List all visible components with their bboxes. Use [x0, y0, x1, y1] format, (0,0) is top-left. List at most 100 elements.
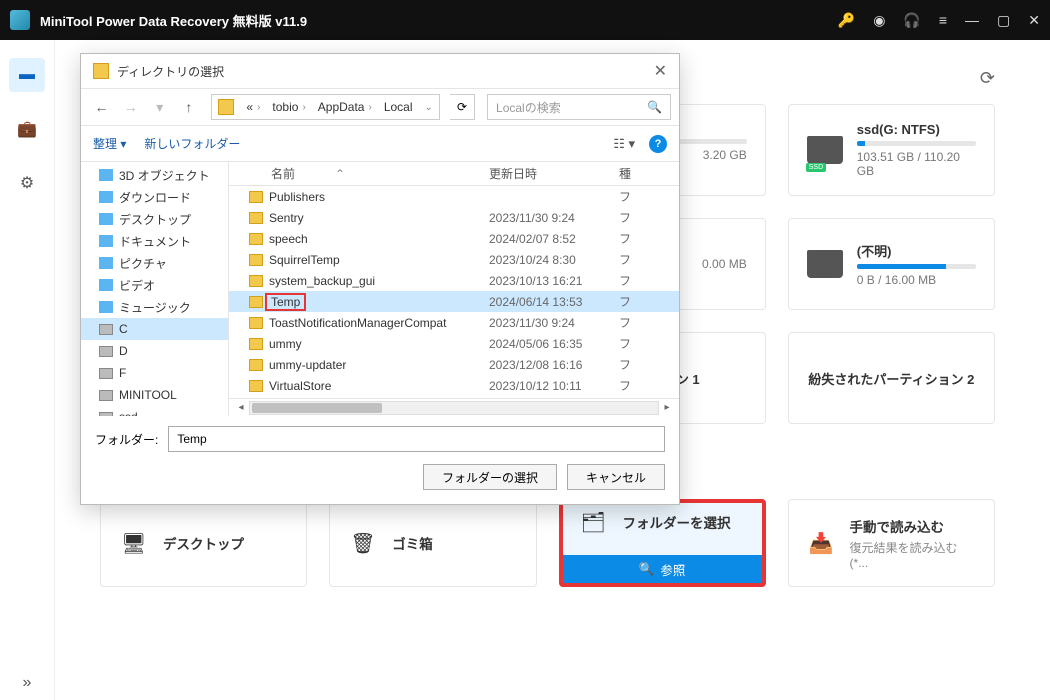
dialog-title: ディレクトリの選択 — [117, 63, 224, 80]
app-logo-icon — [10, 10, 30, 30]
folder-icon — [249, 233, 263, 245]
col-date[interactable]: 更新日時 — [489, 165, 619, 182]
drive-card[interactable]: ssd(G: NTFS) 103.51 GB / 110.20 GB — [788, 104, 995, 196]
action-select-folder[interactable]: 🗂 フォルダーを選択 🔍 参照 — [559, 499, 766, 587]
folder-icon — [249, 380, 263, 392]
tree-item[interactable]: ダウンロード — [81, 186, 228, 208]
list-header: 名前 ⌃ 更新日時 種 — [229, 162, 679, 186]
tree-item[interactable]: F — [81, 362, 228, 384]
tree-item[interactable]: デスクトップ — [81, 208, 228, 230]
globe-icon[interactable]: ◉ — [873, 12, 885, 29]
folder-icon — [249, 317, 263, 329]
maximize-icon[interactable]: ▢ — [997, 12, 1010, 29]
organize-menu[interactable]: 整理 ▾ — [93, 135, 126, 152]
nav-up-icon[interactable]: ↑ — [176, 94, 201, 120]
drive-icon — [99, 346, 113, 357]
browse-button[interactable]: 🔍 参照 — [563, 555, 762, 583]
col-name[interactable]: 名前 — [271, 165, 295, 182]
tree-item[interactable]: D — [81, 340, 228, 362]
tab-expand[interactable]: » — [9, 666, 45, 700]
list-row[interactable]: Temp2024/06/14 13:53フ — [229, 291, 679, 312]
view-menu-icon[interactable]: ☷ ▾ — [613, 136, 635, 152]
close-icon[interactable]: ✕ — [654, 61, 667, 81]
ssd-icon — [807, 136, 843, 164]
folder-icon — [99, 235, 113, 247]
tree-item[interactable]: ドキュメント — [81, 230, 228, 252]
minimize-icon[interactable]: — — [965, 12, 979, 28]
headset-icon[interactable]: 🎧 — [903, 12, 920, 29]
nav-history-icon[interactable]: ▾ — [147, 94, 172, 120]
list-row[interactable]: ummy2024/05/06 16:35フ — [229, 333, 679, 354]
help-icon[interactable]: ? — [649, 135, 667, 153]
tree-item[interactable]: 3D オブジェクト — [81, 164, 228, 186]
list-row[interactable]: Publishersフ — [229, 186, 679, 207]
tab-settings[interactable]: ⚙ — [9, 166, 45, 200]
close-icon[interactable]: ✕ — [1028, 12, 1040, 29]
drive-size: 0 B / 16.00 MB — [857, 273, 976, 287]
search-input[interactable]: Localの検索 🔍 — [487, 94, 671, 120]
tree-item[interactable]: ssd — [81, 406, 228, 416]
tree-item[interactable]: MINITOOL — [81, 384, 228, 406]
menu-icon[interactable]: ≡ — [939, 12, 947, 28]
drive-card[interactable]: (不明) 0 B / 16.00 MB — [788, 218, 995, 310]
folder-icon — [218, 99, 234, 115]
breadcrumb[interactable]: «› tobio› AppData› Local ⌄ — [211, 94, 440, 120]
drive-icon — [99, 368, 113, 379]
folder-icon: 🗂 — [581, 510, 609, 534]
list-row[interactable]: speech2024/02/07 8:52フ — [229, 228, 679, 249]
cancel-button[interactable]: キャンセル — [567, 464, 665, 490]
folder-tree[interactable]: 3D オブジェクトダウンロードデスクトップドキュメントピクチャビデオミュージック… — [81, 162, 229, 416]
key-icon[interactable]: 🔑 — [838, 12, 855, 29]
tree-item[interactable]: C — [81, 318, 228, 340]
folder-icon — [249, 275, 263, 287]
nav-forward-icon[interactable]: → — [118, 94, 143, 120]
list-row[interactable]: VirtualStore2023/10/12 10:11フ — [229, 375, 679, 396]
tab-devices[interactable]: 💼 — [9, 112, 45, 146]
col-type[interactable]: 種 — [619, 165, 679, 182]
new-folder-button[interactable]: 新しいフォルダー — [144, 135, 240, 152]
desktop-icon: 🖥 — [121, 531, 149, 555]
action-label: フォルダーを選択 — [623, 512, 731, 532]
action-recycle-bin[interactable]: 🗑 ゴミ箱 — [329, 499, 536, 587]
search-icon: 🔍 — [639, 562, 655, 577]
chevron-down-icon[interactable]: ⌄ — [419, 102, 439, 113]
folder-field-label: フォルダー: — [95, 431, 158, 448]
sort-indicator-icon: ⌃ — [335, 167, 345, 181]
refresh-button[interactable]: ⟳ — [980, 68, 995, 89]
folder-icon — [99, 191, 113, 203]
folder-icon — [99, 301, 113, 313]
refresh-icon[interactable]: ⟳ — [450, 94, 475, 120]
drive-name: (不明) — [857, 241, 976, 260]
titlebar: MiniTool Power Data Recovery 無料版 v11.9 🔑… — [0, 0, 1050, 40]
horizontal-scrollbar[interactable]: ◂ ▸ — [229, 398, 679, 416]
folder-icon — [99, 257, 113, 269]
search-icon: 🔍 — [647, 100, 662, 114]
file-list: 名前 ⌃ 更新日時 種 PublishersフSentry2023/11/30 9… — [229, 162, 679, 416]
drive-name: ssd(G: NTFS) — [857, 122, 976, 137]
tree-item[interactable]: ミュージック — [81, 296, 228, 318]
folder-icon — [249, 359, 263, 371]
trash-icon: 🗑 — [350, 531, 378, 555]
tree-item[interactable]: ピクチャ — [81, 252, 228, 274]
action-desktop[interactable]: 🖥 デスクトップ — [100, 499, 307, 587]
folder-name-input[interactable] — [168, 426, 665, 452]
folder-icon — [99, 213, 113, 225]
action-manual-load[interactable]: 📥 手動で読み込む 復元結果を読み込む (*... — [788, 499, 995, 587]
partition-card[interactable]: 紛失されたパーティション 2 — [788, 332, 995, 424]
list-row[interactable]: Sentry2023/11/30 9:24フ — [229, 207, 679, 228]
list-row[interactable]: ToastNotificationManagerCompat2023/11/30… — [229, 312, 679, 333]
list-row[interactable]: SquirrelTemp2023/10/24 8:30フ — [229, 249, 679, 270]
list-row[interactable]: system_backup_gui2023/10/13 16:21フ — [229, 270, 679, 291]
drive-size: 0.00 MB — [702, 257, 747, 271]
drive-size: 3.20 GB — [703, 148, 747, 162]
select-folder-button[interactable]: フォルダーの選択 — [423, 464, 557, 490]
folder-icon — [99, 169, 113, 181]
folder-icon — [249, 296, 263, 308]
tab-recovery[interactable]: ▬ — [9, 58, 45, 92]
nav-back-icon[interactable]: ← — [89, 94, 114, 120]
folder-icon — [93, 63, 109, 79]
tree-item[interactable]: ビデオ — [81, 274, 228, 296]
list-row[interactable]: ummy-updater2023/12/08 16:16フ — [229, 354, 679, 375]
partition-label: 紛失されたパーティション 2 — [808, 369, 974, 388]
folder-icon — [249, 338, 263, 350]
